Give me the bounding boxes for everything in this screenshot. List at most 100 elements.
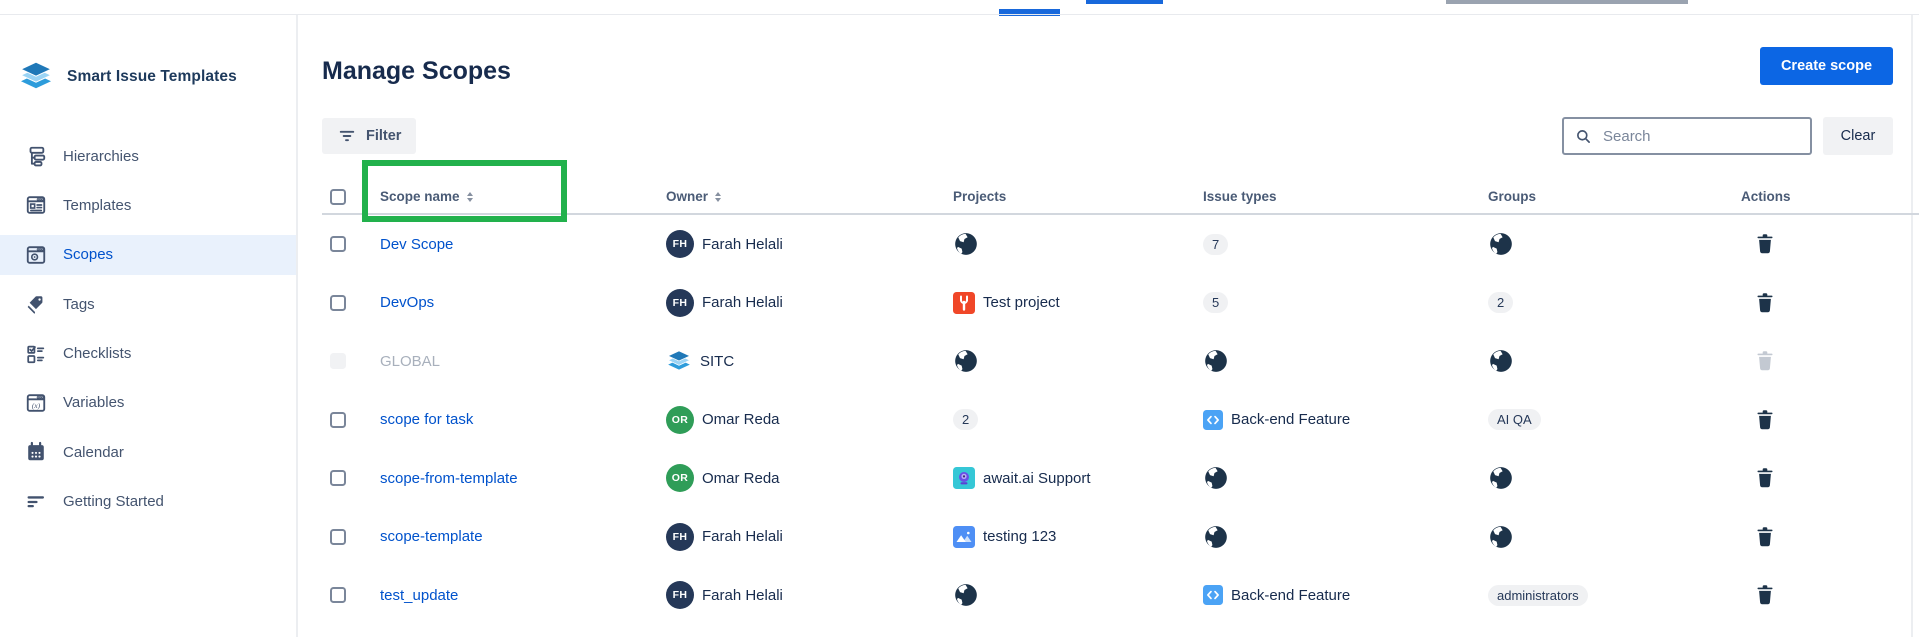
scope-name-link[interactable]: scope for task xyxy=(380,411,473,428)
scope-name-link[interactable]: DevOps xyxy=(380,294,434,311)
owner-cell: FH Farah Helali xyxy=(658,274,945,333)
owner-name: Omar Reda xyxy=(702,411,780,428)
scope-name-link[interactable]: test_update xyxy=(380,587,458,604)
issuetype-label: Back-end Feature xyxy=(1231,587,1350,604)
column-header-label: Owner xyxy=(666,189,708,204)
sidebar-nav: Hierarchies Templates Scopes Tags Checkl… xyxy=(0,136,296,531)
column-header-label: Actions xyxy=(1741,189,1791,204)
column-header-scope-name[interactable]: Scope name xyxy=(372,180,658,213)
hierarchy-icon xyxy=(25,145,47,167)
groups-cell xyxy=(1480,449,1733,508)
delete-scope-button[interactable] xyxy=(1753,291,1777,315)
row-checkbox[interactable] xyxy=(330,295,346,311)
column-header-label: Projects xyxy=(953,189,1006,204)
row-select-cell xyxy=(322,215,372,274)
column-header-issue-types: Issue types xyxy=(1195,180,1480,213)
sidebar-item-label: Scopes xyxy=(63,246,113,263)
row-checkbox[interactable] xyxy=(330,529,346,545)
issue-types-cell xyxy=(1195,449,1480,508)
row-checkbox[interactable] xyxy=(330,236,346,252)
owner-name: Farah Helali xyxy=(702,528,783,545)
layers-logo-icon xyxy=(666,350,692,373)
projects-cell: testing 123 xyxy=(945,508,1195,567)
avatar: FH xyxy=(666,581,694,609)
issue-types-cell: Back-end Feature xyxy=(1195,566,1480,625)
groups-cell xyxy=(1480,215,1733,274)
column-header-label: Scope name xyxy=(380,189,460,204)
sidebar-item-checklists[interactable]: Checklists xyxy=(0,334,296,374)
sidebar-item-tags[interactable]: Tags xyxy=(0,284,296,324)
app-title: Smart Issue Templates xyxy=(67,68,237,86)
column-header-owner[interactable]: Owner xyxy=(658,180,945,213)
templates-icon xyxy=(25,194,47,216)
avatar: FH xyxy=(666,289,694,317)
project-label: testing 123 xyxy=(983,528,1056,545)
row-checkbox[interactable] xyxy=(330,587,346,603)
owner-cell: OR Omar Reda xyxy=(658,391,945,450)
column-header-label: Groups xyxy=(1488,189,1536,204)
actions-cell xyxy=(1733,449,1919,508)
sidebar-item-getting-started[interactable]: Getting Started xyxy=(0,482,296,522)
sidebar-item-label: Hierarchies xyxy=(63,148,139,165)
svg-text:(x): (x) xyxy=(32,401,41,410)
globe-icon xyxy=(1488,524,1514,550)
select-all-cell xyxy=(322,180,372,213)
actions-cell xyxy=(1733,391,1919,450)
owner-cell: FH Farah Helali xyxy=(658,566,945,625)
avatar: OR xyxy=(666,464,694,492)
globe-icon xyxy=(1203,465,1229,491)
sidebar-item-templates[interactable]: Templates xyxy=(0,185,296,225)
sidebar-item-label: Variables xyxy=(63,394,124,411)
search-input[interactable] xyxy=(1601,127,1800,146)
delete-scope-button xyxy=(1753,349,1777,373)
owner-cell: SITC xyxy=(658,332,945,391)
sidebar-item-variables[interactable]: (x) Variables xyxy=(0,383,296,423)
robot-project-icon xyxy=(953,467,975,489)
table-row: Dev Scope FH Farah Helali 7 xyxy=(322,215,1919,274)
sidebar-item-calendar[interactable]: Calendar xyxy=(0,432,296,472)
scopes-icon xyxy=(25,244,47,266)
browser-tab-bar-fragment xyxy=(1446,0,1688,4)
table-row: scope for task OR Omar Reda 2 Back-end F… xyxy=(322,391,1919,450)
owner-cell: OR Omar Reda xyxy=(658,449,945,508)
sidebar-item-hierarchies[interactable]: Hierarchies xyxy=(0,136,296,176)
globe-icon xyxy=(953,348,979,374)
globe-icon xyxy=(1203,348,1229,374)
issue-types-cell: Back-end Feature xyxy=(1195,391,1480,450)
row-checkbox[interactable] xyxy=(330,412,346,428)
select-all-checkbox[interactable] xyxy=(330,189,346,205)
scope-name-cell: test_update xyxy=(372,566,658,625)
delete-scope-button[interactable] xyxy=(1753,525,1777,549)
page-title: Manage Scopes xyxy=(322,57,511,86)
row-checkbox[interactable] xyxy=(330,470,346,486)
scope-name-link[interactable]: scope-template xyxy=(380,528,483,545)
count-badge: 5 xyxy=(1203,292,1228,313)
column-header-groups: Groups xyxy=(1480,180,1733,213)
delete-scope-button[interactable] xyxy=(1753,583,1777,607)
row-select-cell xyxy=(322,449,372,508)
filter-button[interactable]: Filter xyxy=(322,118,416,154)
delete-scope-button[interactable] xyxy=(1753,408,1777,432)
sort-arrows-icon xyxy=(715,192,721,202)
globe-icon xyxy=(953,582,979,608)
clear-search-button[interactable]: Clear xyxy=(1823,117,1893,155)
table-row: DevOps FH Farah Helali Test project 5 2 xyxy=(322,274,1919,333)
avatar: OR xyxy=(666,406,694,434)
sidebar-item-label: Templates xyxy=(63,197,131,214)
projects-cell xyxy=(945,332,1195,391)
actions-cell xyxy=(1733,215,1919,274)
scope-name-text: GLOBAL xyxy=(380,353,440,370)
create-scope-button[interactable]: Create scope xyxy=(1760,47,1893,85)
table-header-row: Scope name Owner Projects Issue types Gr… xyxy=(322,180,1919,215)
table-body: Dev Scope FH Farah Helali 7 DevOps FH xyxy=(322,215,1919,625)
delete-scope-button[interactable] xyxy=(1753,232,1777,256)
groups-cell: 2 xyxy=(1480,274,1733,333)
scope-name-link[interactable]: scope-from-template xyxy=(380,470,518,487)
globe-icon xyxy=(1488,465,1514,491)
sidebar-item-scopes[interactable]: Scopes xyxy=(0,235,296,275)
count-badge: 7 xyxy=(1203,234,1228,255)
scope-name-cell: DevOps xyxy=(372,274,658,333)
scope-name-link[interactable]: Dev Scope xyxy=(380,236,453,253)
delete-scope-button[interactable] xyxy=(1753,466,1777,490)
actions-cell xyxy=(1733,566,1919,625)
